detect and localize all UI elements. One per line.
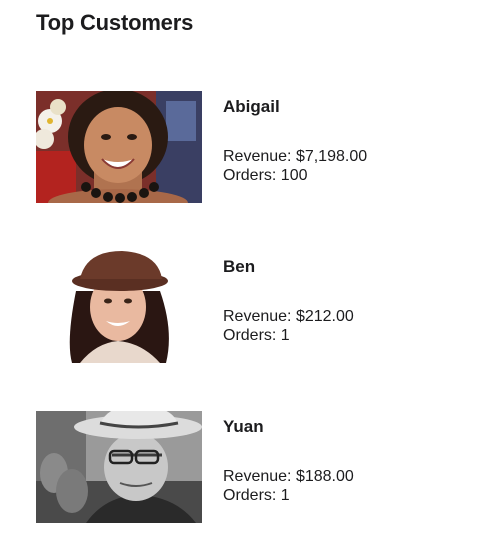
customer-card-abigail: Abigail Revenue: $7,198.00 Orders: 100 <box>36 91 456 203</box>
customer-name: Ben <box>223 257 256 276</box>
customer-card-yuan: Yuan Revenue: $188.00 Orders: 1 <box>36 411 456 523</box>
customer-orders: Orders: 1 <box>223 487 290 504</box>
customer-photo <box>36 251 202 363</box>
customer-orders: Orders: 1 <box>223 327 290 344</box>
customer-card-ben: Ben Revenue: $212.00 Orders: 1 <box>36 251 456 363</box>
customer-revenue: Revenue: $188.00 <box>223 468 354 485</box>
page-title: Top Customers <box>36 10 194 35</box>
customer-orders: Orders: 100 <box>223 167 308 184</box>
customer-name: Yuan <box>223 417 264 436</box>
customer-revenue: Revenue: $212.00 <box>223 308 354 325</box>
customer-photo <box>36 411 202 523</box>
customer-name: Abigail <box>223 97 280 116</box>
customer-photo <box>36 91 202 203</box>
customer-revenue: Revenue: $7,198.00 <box>223 148 368 165</box>
